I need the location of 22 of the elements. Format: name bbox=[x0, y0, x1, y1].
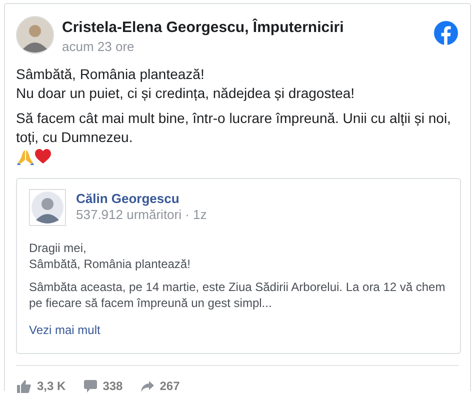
author-name[interactable]: Călin Georgescu bbox=[76, 190, 207, 207]
praying-hands-icon bbox=[17, 148, 34, 164]
author-name[interactable]: Cristela-Elena Georgescu, Împuterniciri bbox=[62, 18, 434, 38]
avatar[interactable] bbox=[16, 16, 54, 54]
shared-post-card[interactable] bbox=[16, 178, 461, 354]
share-arrow-icon[interactable] bbox=[140, 380, 154, 392]
post-text: Nu doar un puiet, ci și credința, nădejdea și dragostea! bbox=[16, 84, 356, 103]
heart-icon bbox=[35, 149, 51, 164]
count-label: 338 bbox=[102, 378, 123, 394]
post-text: Sâmbătă, România plantează! bbox=[29, 256, 192, 272]
thumbs-up-icon[interactable] bbox=[17, 380, 31, 392]
count-label: 3,3 K bbox=[37, 378, 66, 394]
post-text: Sâmbătă, România plantează! bbox=[16, 65, 206, 84]
follower-count: 537.912 urmăritori · 1z bbox=[76, 206, 207, 223]
post-text: Dragii mei, bbox=[29, 240, 88, 256]
count-label: 267 bbox=[160, 378, 180, 394]
avatar[interactable] bbox=[29, 189, 66, 226]
post-text: Sâmbăta aceasta, pe 14 martie, este Ziua Sădirii Arborelui. La ora 12 vă chem pe fiecare să facem împreună un gest simpl... bbox=[29, 279, 446, 311]
speech-bubble-icon[interactable] bbox=[84, 380, 97, 392]
see-more-link[interactable]: Vezi mai mult bbox=[29, 322, 100, 338]
post-text: Să facem cât mai mult bine, într-o lucrare împreună. Unii cu alții și noi, toți, cu Dumnezeu. bbox=[16, 109, 452, 147]
facebook-logo[interactable] bbox=[434, 21, 458, 45]
